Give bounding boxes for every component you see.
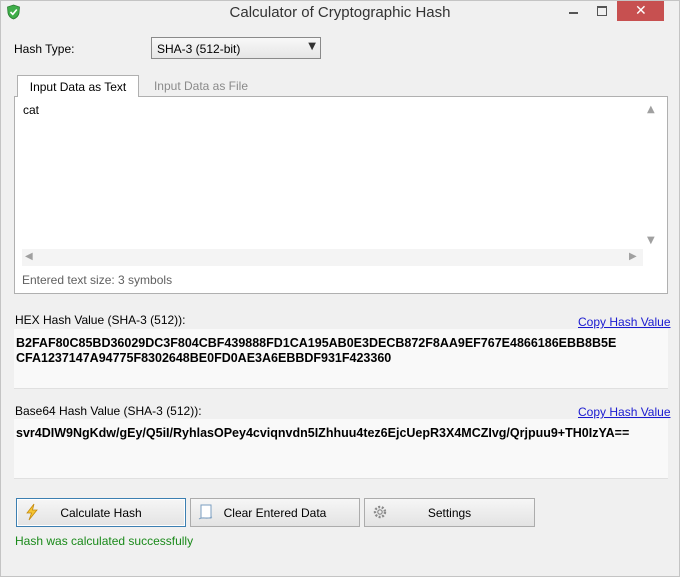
hex-hash-box: B2FAF80C85BD36029DC3F804CBF439888FD1CA19… <box>14 329 668 389</box>
base64-hash-value: svr4DIW9NgKdw/gEy/Q5iI/RyhlasOPey4cviqnv… <box>16 426 630 440</box>
tab-input-text[interactable]: Input Data as Text <box>17 75 139 97</box>
status-message: Hash was calculated successfully <box>15 534 194 548</box>
scroll-right-icon[interactable]: ▶ <box>629 251 637 262</box>
hex-hash-label: HEX Hash Value (SHA-3 (512)): <box>15 313 186 327</box>
scroll-up-icon[interactable]: ▲ <box>647 104 655 115</box>
title-bar[interactable]: Calculator of Cryptographic Hash ✕ <box>1 1 679 24</box>
hash-type-select[interactable]: SHA-3 (512-bit) ▼ <box>151 37 321 59</box>
tab-input-file[interactable]: Input Data as File <box>141 75 261 96</box>
horizontal-scrollbar[interactable]: ◀ ▶ <box>22 249 643 266</box>
clear-data-label: Clear Entered Data <box>223 506 327 520</box>
calculate-hash-button[interactable]: Calculate Hash <box>16 498 186 527</box>
base64-hash-box: svr4DIW9NgKdw/gEy/Q5iI/RyhlasOPey4cviqnv… <box>14 419 668 479</box>
vertical-scrollbar[interactable]: ▲ ▼ <box>643 101 660 251</box>
base64-hash-label: Base64 Hash Value (SHA-3 (512)): <box>15 404 202 418</box>
settings-button[interactable]: Settings <box>364 498 535 527</box>
clear-data-button[interactable]: Clear Entered Data <box>190 498 360 527</box>
minimize-icon <box>569 12 578 14</box>
scroll-down-icon[interactable]: ▼ <box>647 235 655 246</box>
copy-base64-link[interactable]: Copy Hash Value <box>578 405 671 419</box>
hex-hash-line-2: CFA1237147A94775F8302648BE0FD0AE3A6EBBDF… <box>16 351 392 365</box>
copy-hex-link[interactable]: Copy Hash Value <box>578 315 671 329</box>
hash-type-label: Hash Type: <box>14 42 75 56</box>
chevron-down-icon: ▼ <box>308 41 316 52</box>
app-window: Calculator of Cryptographic Hash ✕ Hash … <box>0 0 680 577</box>
text-input-area[interactable]: cat <box>22 101 648 251</box>
hex-hash-line-1: B2FAF80C85BD36029DC3F804CBF439888FD1CA19… <box>16 336 617 350</box>
hash-type-value: SHA-3 (512-bit) <box>157 42 241 56</box>
scroll-left-icon[interactable]: ◀ <box>25 251 33 262</box>
text-input-content: cat <box>23 103 40 117</box>
text-size-label: Entered text size: 3 symbols <box>22 273 173 287</box>
settings-label: Settings <box>427 506 472 520</box>
close-button[interactable]: ✕ <box>617 1 664 21</box>
minimize-button[interactable] <box>559 1 587 21</box>
maximize-button[interactable] <box>588 1 616 21</box>
text-input-panel: cat ▲ ▼ ◀ ▶ Entered text size: 3 symbols <box>14 96 668 294</box>
calculate-hash-label: Calculate Hash <box>60 506 142 520</box>
maximize-icon <box>597 6 607 16</box>
close-icon: ✕ <box>635 3 647 19</box>
